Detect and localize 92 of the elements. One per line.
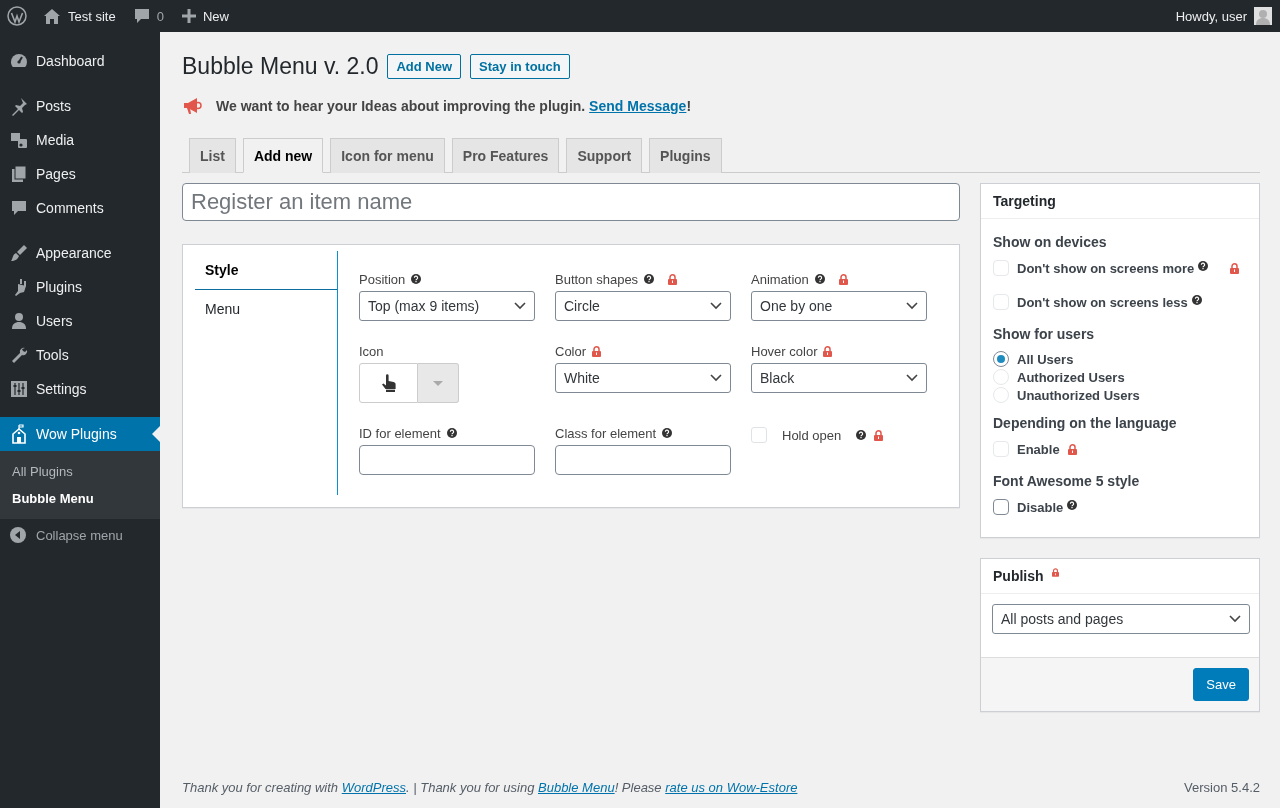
section-heading: Font Awesome 5 style — [993, 473, 1141, 489]
field-label: Icon — [359, 343, 384, 359]
radio-label: Unauthorized Users — [1017, 387, 1140, 403]
comment-icon — [133, 8, 150, 24]
select-field[interactable]: White — [555, 363, 731, 393]
select-field[interactable]: Black — [751, 363, 927, 393]
header-button[interactable]: Stay in touch — [470, 54, 570, 79]
sliders-icon — [9, 379, 29, 399]
tab[interactable]: Icon for menu — [330, 138, 445, 173]
footer-text: Thank you for creating with WordPress. | Thank you for using Bubble Menu! Please rate us on Wow-Estore — [182, 780, 798, 795]
checkbox-label: Don't show on screens less — [1017, 294, 1188, 310]
sidebar-item[interactable]: Tools — [0, 338, 160, 372]
chevron-icon — [710, 302, 722, 310]
comment-icon — [9, 198, 29, 218]
site-link[interactable]: Test site — [43, 8, 116, 24]
text-field[interactable] — [555, 445, 731, 475]
building-icon — [9, 424, 29, 444]
wordpress-logo-icon — [7, 6, 27, 26]
header-button[interactable]: Add New — [387, 54, 462, 79]
collapse-menu-button[interactable]: Collapse menu — [0, 519, 133, 551]
account-link[interactable]: Howdy, user — [1175, 7, 1272, 25]
user-icon — [9, 311, 29, 331]
submenu-item[interactable]: All Plugins — [0, 458, 160, 485]
submenu-item[interactable]: Bubble Menu — [0, 485, 160, 512]
plus-icon — [181, 9, 196, 23]
field-label: Animation — [751, 271, 809, 287]
caret-icon — [433, 380, 443, 386]
tab[interactable]: List — [189, 138, 236, 173]
tab[interactable]: Support — [566, 138, 643, 173]
page-title: Bubble Menu v. 2.0 — [182, 52, 379, 81]
section-heading: Show on devices — [993, 234, 1108, 250]
field-label: Button shapes — [555, 271, 639, 287]
checkbox-label: Enable — [1017, 441, 1060, 457]
item-name-field[interactable]: Register an item name — [182, 183, 960, 221]
field-label: Color — [555, 343, 587, 359]
checkbox-label: Don't show on screens more — [1017, 260, 1195, 276]
home-icon — [43, 8, 61, 24]
sidebar-item[interactable]: Dashboard — [0, 44, 160, 78]
sidebar-item[interactable]: Media — [0, 123, 160, 157]
version-text: Version 5.4.2 — [1184, 780, 1260, 795]
tab[interactable]: Add new — [242, 138, 324, 173]
brush-icon — [9, 243, 29, 263]
new-link[interactable]: New — [181, 8, 229, 24]
pointing-hand-icon — [380, 374, 397, 392]
comments-link[interactable]: 0 — [133, 8, 164, 24]
select-field[interactable]: Circle — [555, 291, 731, 321]
icon-dropdown-button[interactable] — [418, 363, 459, 403]
chevron-icon — [906, 302, 918, 310]
panel-title: Publish — [993, 568, 1044, 584]
save-button[interactable]: Save — [1193, 668, 1249, 701]
media-icon — [9, 130, 29, 150]
checkbox-label: Disable — [1017, 499, 1064, 515]
send-message-link[interactable]: Send Message — [589, 98, 687, 114]
sidebar-item[interactable]: Pages — [0, 157, 160, 191]
field-label: Hover color — [751, 343, 818, 359]
select-field[interactable]: Top (max 9 items) — [359, 291, 535, 321]
sidebar-item[interactable]: Wow Plugins — [0, 417, 160, 451]
sidebar-item[interactable]: Posts — [0, 89, 160, 123]
avatar-icon — [1254, 7, 1272, 25]
sidebar-item[interactable]: Appearance — [0, 236, 160, 270]
tab[interactable]: Plugins — [649, 138, 722, 173]
checkbox-label: Hold open — [782, 427, 842, 443]
footer-link[interactable]: rate us on Wow-Estore — [665, 780, 798, 795]
chevron-icon — [514, 302, 526, 310]
panel-title: Targeting — [981, 184, 1259, 219]
field-label: ID for element — [359, 425, 441, 441]
footer-link[interactable]: WordPress — [341, 780, 406, 795]
chevron-icon — [710, 374, 722, 382]
section-heading: Show for users — [993, 326, 1096, 342]
radio-label: All Users — [1017, 351, 1074, 367]
pages-icon — [9, 164, 29, 184]
checkbox[interactable] — [993, 499, 1009, 515]
text-field[interactable] — [359, 445, 535, 475]
settings-tab[interactable]: Style — [195, 251, 337, 290]
chevron-icon — [1229, 615, 1241, 623]
sidebar-item[interactable]: Comments — [0, 191, 160, 225]
select-field[interactable]: One by one — [751, 291, 927, 321]
radio-label: Authorized Users — [1017, 369, 1125, 385]
field-label: Class for element — [555, 425, 657, 441]
field-label: Position — [359, 271, 406, 287]
sidebar-item[interactable]: Users — [0, 304, 160, 338]
icon-preview-button[interactable] — [359, 363, 418, 403]
tab[interactable]: Pro Features — [451, 138, 560, 173]
settings-tab[interactable]: Menu — [195, 290, 337, 329]
section-heading: Depending on the language — [993, 415, 1178, 431]
megaphone-icon — [182, 97, 202, 115]
select-field[interactable]: All posts and pages — [992, 604, 1250, 634]
sidebar-item[interactable]: Plugins — [0, 270, 160, 304]
notice-text: We want to hear your Ideas about improving the plugin. Send Message! — [216, 98, 692, 114]
sidebar-item[interactable]: Settings — [0, 372, 160, 406]
chevron-icon — [906, 374, 918, 382]
footer-link[interactable]: Bubble Menu — [538, 780, 615, 795]
